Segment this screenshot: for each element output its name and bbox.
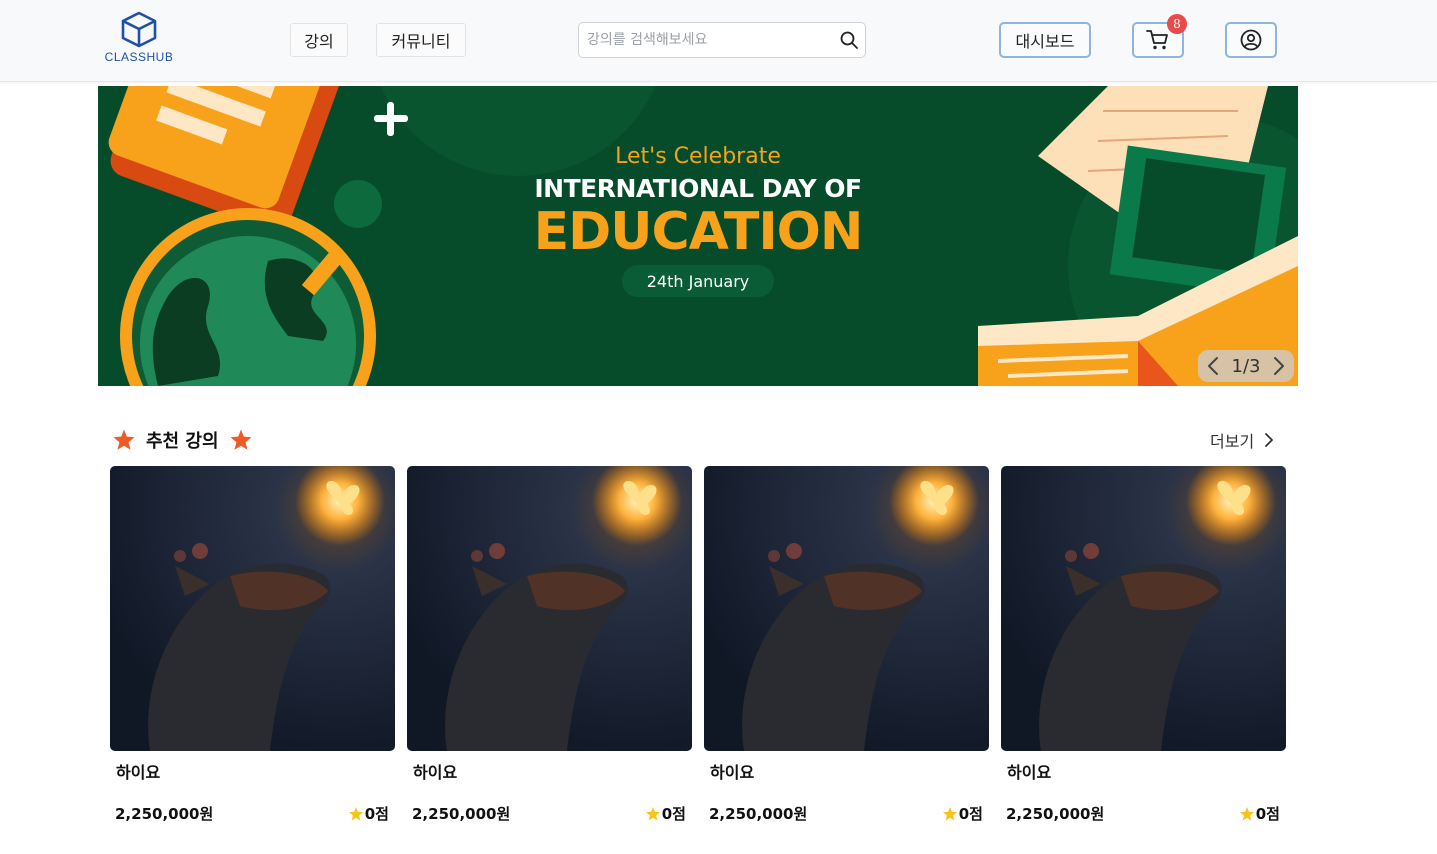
banner-title-line1: INTERNATIONAL DAY OF — [534, 174, 862, 203]
search-icon[interactable] — [839, 30, 859, 50]
top-header: CLASSHUB 강의 커뮤니티 대시보드 8 — [0, 0, 1437, 82]
cat-butterfly-image — [704, 466, 989, 751]
banner-pager-count: 1/3 — [1231, 355, 1261, 377]
course-rating: 0점 — [1239, 803, 1280, 824]
banner-subtitle: Let's Celebrate — [615, 144, 781, 169]
cat-butterfly-image — [110, 466, 395, 751]
cube-logo-icon — [121, 11, 157, 48]
star-icon — [942, 806, 957, 821]
course-rating-value: 0점 — [661, 805, 686, 823]
cart-count-badge: 8 — [1167, 14, 1187, 34]
more-link[interactable]: 더보기 — [1210, 428, 1274, 452]
course-rating: 0점 — [645, 803, 686, 824]
promo-banner[interactable]: Let's Celebrate INTERNATIONAL DAY OF EDU… — [98, 86, 1298, 386]
user-profile-button[interactable] — [1225, 22, 1277, 58]
course-rating-value: 0점 — [1255, 805, 1280, 823]
search-box — [578, 22, 866, 58]
logo[interactable]: CLASSHUB — [104, 10, 174, 70]
user-icon — [1240, 29, 1262, 51]
cart-icon — [1146, 30, 1168, 50]
course-price: 2,250,000원 — [115, 805, 214, 823]
course-rating-value: 0점 — [958, 805, 983, 823]
banner-date-pill: 24th January — [622, 265, 774, 297]
cat-butterfly-image — [407, 466, 692, 751]
course-rating-value: 0점 — [364, 805, 389, 823]
course-rating: 0점 — [348, 803, 389, 824]
recommended-section-header: 추천 강의 — [112, 426, 253, 454]
star-icon — [645, 806, 660, 821]
cat-butterfly-image — [1001, 466, 1286, 751]
course-thumbnail[interactable] — [1001, 466, 1286, 751]
banner-pager: 1/3 — [1198, 350, 1294, 382]
course-price: 2,250,000원 — [1006, 805, 1105, 823]
course-price: 2,250,000원 — [412, 805, 511, 823]
course-card[interactable]: 하이요 2,250,000원 0점 — [110, 466, 395, 826]
course-title[interactable]: 하이요 — [710, 759, 754, 783]
nav-community-button[interactable]: 커뮤니티 — [376, 23, 466, 57]
section-title: 추천 강의 — [146, 431, 219, 452]
course-card[interactable]: 하이요 2,250,000원 0점 — [704, 466, 989, 826]
banner-title-line2: EDUCATION — [533, 202, 864, 262]
star-icon — [230, 429, 252, 450]
course-thumbnail[interactable] — [110, 466, 395, 751]
course-title[interactable]: 하이요 — [116, 759, 160, 783]
logo-text: CLASSHUB — [104, 50, 174, 64]
nav-lecture-button[interactable]: 강의 — [290, 23, 348, 57]
star-icon — [1239, 806, 1254, 821]
dashboard-button[interactable]: 대시보드 — [999, 22, 1091, 58]
star-icon — [113, 429, 135, 450]
course-thumbnail[interactable] — [704, 466, 989, 751]
more-link-label: 더보기 — [1210, 432, 1255, 451]
search-input[interactable] — [587, 30, 837, 50]
course-price: 2,250,000원 — [709, 805, 808, 823]
course-thumbnail[interactable] — [407, 466, 692, 751]
chevron-right-icon — [1265, 433, 1274, 447]
star-icon — [348, 806, 363, 821]
chevron-right-icon[interactable] — [1272, 356, 1286, 376]
course-card[interactable]: 하이요 2,250,000원 0점 — [407, 466, 692, 826]
course-card[interactable]: 하이요 2,250,000원 0점 — [1001, 466, 1286, 826]
course-title[interactable]: 하이요 — [1007, 759, 1051, 783]
course-title[interactable]: 하이요 — [413, 759, 457, 783]
course-rating: 0점 — [942, 803, 983, 824]
chevron-left-icon[interactable] — [1206, 356, 1220, 376]
